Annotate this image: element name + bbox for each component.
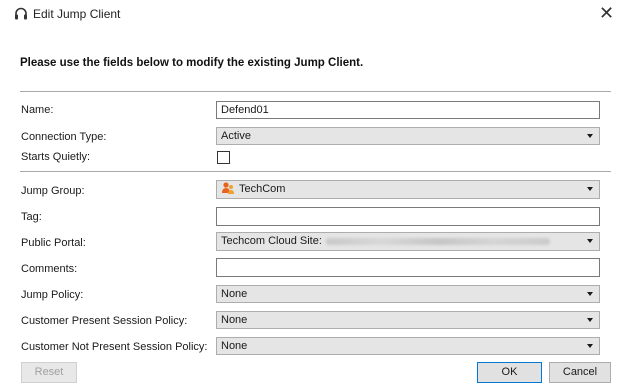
public-portal-label: Public Portal: (21, 237, 86, 249)
name-input[interactable]: Defend01 (216, 101, 600, 119)
chevron-down-icon (587, 292, 593, 296)
chevron-down-icon (587, 318, 593, 322)
jump-group-label: Jump Group: (21, 185, 85, 197)
public-portal-select[interactable]: Techcom Cloud Site: (216, 232, 600, 251)
connection-type-value: Active (221, 130, 251, 142)
redacted-text (325, 237, 550, 245)
present-policy-value: None (221, 314, 248, 326)
comments-input[interactable] (216, 258, 600, 277)
present-policy-select[interactable]: None (216, 311, 600, 329)
jump-group-select[interactable]: TechCom (216, 180, 600, 199)
chevron-down-icon (587, 134, 593, 138)
title-bar: Edit Jump Client ✕ (0, 0, 622, 28)
close-icon[interactable]: ✕ (599, 3, 614, 24)
reset-button[interactable]: Reset (21, 362, 77, 383)
public-portal-value: Techcom Cloud Site: (221, 235, 322, 247)
not-present-policy-label: Customer Not Present Session Policy: (21, 341, 208, 353)
intro-text: Please use the fields below to modify th… (20, 57, 364, 69)
name-label: Name: (21, 104, 54, 116)
chevron-down-icon (587, 344, 593, 348)
connection-type-label: Connection Type: (21, 131, 107, 143)
jump-policy-select[interactable]: None (216, 285, 600, 303)
headset-icon (15, 7, 27, 20)
starts-quietly-label: Starts Quietly: (21, 151, 91, 163)
tag-label: Tag: (21, 211, 42, 223)
chevron-down-icon (587, 239, 593, 243)
tag-input[interactable] (216, 207, 600, 226)
comments-label: Comments: (21, 263, 78, 275)
jump-policy-label: Jump Policy: (21, 289, 84, 301)
jump-group-value: TechCom (239, 183, 286, 195)
chevron-down-icon (587, 187, 593, 191)
cancel-button[interactable]: Cancel (549, 362, 611, 383)
divider (20, 91, 611, 92)
window-title: Edit Jump Client (33, 7, 121, 21)
not-present-policy-value: None (221, 340, 248, 352)
group-icon (222, 182, 234, 194)
divider (20, 171, 611, 172)
jump-policy-value: None (221, 288, 248, 300)
ok-button[interactable]: OK (477, 362, 542, 383)
not-present-policy-select[interactable]: None (216, 337, 600, 355)
present-policy-label: Customer Present Session Policy: (21, 315, 188, 327)
starts-quietly-checkbox[interactable] (217, 151, 230, 164)
connection-type-select[interactable]: Active (216, 127, 600, 145)
